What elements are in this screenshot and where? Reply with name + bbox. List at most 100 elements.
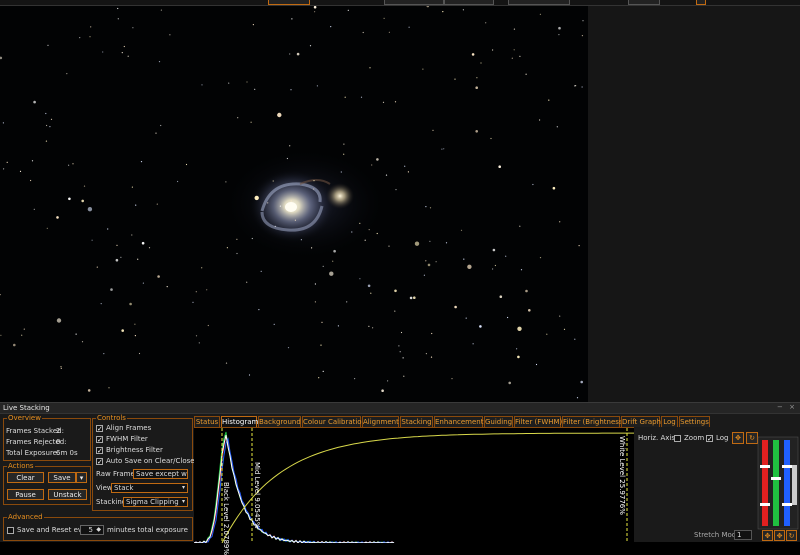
star bbox=[131, 234, 133, 236]
stretch-auto-button[interactable]: ✥ bbox=[762, 530, 773, 541]
star bbox=[490, 137, 492, 140]
toolbar-control[interactable] bbox=[444, 0, 494, 5]
fwhm-filter-checkbox[interactable]: ✓ bbox=[96, 436, 103, 444]
star bbox=[360, 96, 363, 98]
toolbar-control[interactable] bbox=[696, 0, 706, 5]
stretch-mode-spinbox[interactable]: 1 bbox=[734, 530, 752, 540]
star bbox=[580, 380, 583, 384]
histogram-view[interactable]: Black Level 2.0789% Mid Level 9.0545% Wh… bbox=[193, 427, 634, 555]
green-slider-track bbox=[773, 440, 779, 526]
pause-button[interactable]: Pause bbox=[7, 489, 44, 500]
star bbox=[443, 148, 445, 150]
tab-drift-graph[interactable]: Drift Graph bbox=[621, 416, 661, 427]
overview-group: Overview Frames Stacked: 2 Frames Reject… bbox=[3, 414, 91, 461]
star bbox=[46, 227, 48, 229]
star bbox=[400, 331, 403, 334]
align-frames-checkbox[interactable]: ✓ bbox=[96, 425, 103, 433]
star bbox=[258, 309, 260, 311]
save-reset-checkbox[interactable] bbox=[7, 527, 14, 534]
blue-slider-thumb bbox=[782, 465, 792, 468]
star bbox=[314, 283, 316, 285]
star bbox=[309, 45, 312, 47]
tab-status[interactable]: Status bbox=[194, 416, 220, 427]
save-button[interactable]: Save bbox=[48, 472, 76, 483]
toolbar-control[interactable] bbox=[628, 0, 660, 5]
log-label: Log bbox=[716, 434, 729, 442]
star bbox=[414, 241, 420, 246]
auto-save-checkbox[interactable]: ✓ bbox=[96, 458, 103, 466]
tab-filter-fwhm[interactable]: Filter (FWHM) bbox=[514, 416, 562, 427]
toolbar-control[interactable] bbox=[384, 0, 444, 5]
raw-frames-select[interactable]: Save except w bbox=[133, 469, 188, 479]
star bbox=[499, 295, 503, 299]
blue-slider-thumb-low bbox=[782, 503, 792, 506]
zoom-checkbox[interactable] bbox=[674, 435, 681, 442]
view-select[interactable]: Stack ▾ bbox=[111, 483, 188, 493]
star bbox=[454, 78, 456, 80]
star bbox=[387, 380, 389, 382]
toolbar-control[interactable] bbox=[268, 0, 310, 5]
star bbox=[0, 56, 3, 60]
stretch-reset-button[interactable]: ↻ bbox=[786, 530, 797, 541]
toolbar-control[interactable] bbox=[508, 0, 570, 5]
tab-guiding[interactable]: Guiding bbox=[484, 416, 513, 427]
save-reset-spinbox[interactable]: 5 ◆ bbox=[80, 525, 104, 535]
star bbox=[148, 247, 151, 249]
star bbox=[539, 257, 542, 259]
star bbox=[116, 244, 118, 246]
horiz-axis-label: Horiz. Axis: bbox=[638, 434, 678, 442]
overview-title: Overview bbox=[7, 414, 42, 422]
star bbox=[68, 197, 71, 201]
star bbox=[472, 343, 474, 345]
star bbox=[465, 317, 467, 319]
star bbox=[394, 101, 397, 103]
channel-level-sliders[interactable] bbox=[756, 435, 800, 531]
star bbox=[121, 329, 124, 332]
star bbox=[574, 338, 576, 340]
star bbox=[33, 100, 36, 104]
star bbox=[50, 118, 53, 120]
star bbox=[370, 292, 372, 294]
star bbox=[532, 183, 534, 186]
star bbox=[279, 205, 281, 207]
star bbox=[431, 332, 433, 335]
star bbox=[329, 271, 334, 276]
panel-window-buttons[interactable]: − × bbox=[777, 403, 797, 411]
star bbox=[290, 200, 292, 202]
stacked-image-view[interactable] bbox=[0, 6, 588, 402]
star bbox=[316, 85, 318, 87]
star bbox=[142, 282, 144, 284]
log-checkbox[interactable]: ✓ bbox=[706, 435, 713, 443]
star bbox=[296, 52, 300, 56]
star bbox=[108, 387, 110, 389]
star bbox=[201, 84, 203, 86]
tab-colour-calibration[interactable]: Colour Calibration bbox=[302, 416, 366, 427]
star bbox=[479, 325, 482, 328]
star bbox=[359, 278, 361, 280]
tab-log[interactable]: Log bbox=[661, 416, 678, 427]
star bbox=[137, 258, 139, 260]
star bbox=[46, 124, 48, 127]
star bbox=[6, 161, 8, 163]
star bbox=[476, 77, 478, 79]
clear-button[interactable]: Clear bbox=[7, 472, 44, 483]
star bbox=[425, 353, 427, 355]
save-dropdown-button[interactable]: ▾ bbox=[76, 472, 87, 483]
controls-group: Controls ✓ Align Frames ✓ FWHM Filter ✓ … bbox=[92, 414, 195, 511]
spinner-icon[interactable]: ◆ bbox=[96, 526, 101, 534]
brightness-filter-checkbox[interactable]: ✓ bbox=[96, 447, 103, 455]
star bbox=[383, 17, 385, 19]
star bbox=[362, 31, 364, 34]
stacking-select[interactable]: Sigma Clipping ▾ bbox=[123, 497, 188, 507]
tab-filter-brightness[interactable]: Filter (Brightness) bbox=[562, 416, 625, 427]
tab-stacking[interactable]: Stacking bbox=[400, 416, 433, 427]
tab-enhancement[interactable]: Enhancement bbox=[434, 416, 483, 427]
tab-settings[interactable]: Settings bbox=[679, 416, 710, 427]
unstack-button[interactable]: Unstack bbox=[48, 489, 87, 500]
stretch-move-button[interactable]: ✥ bbox=[774, 530, 785, 541]
star bbox=[413, 296, 416, 300]
star bbox=[395, 189, 397, 191]
tab-background[interactable]: Background bbox=[258, 416, 301, 427]
auto-stretch-button[interactable]: ✥ bbox=[732, 432, 744, 444]
tab-alignment[interactable]: Alignment bbox=[362, 416, 399, 427]
